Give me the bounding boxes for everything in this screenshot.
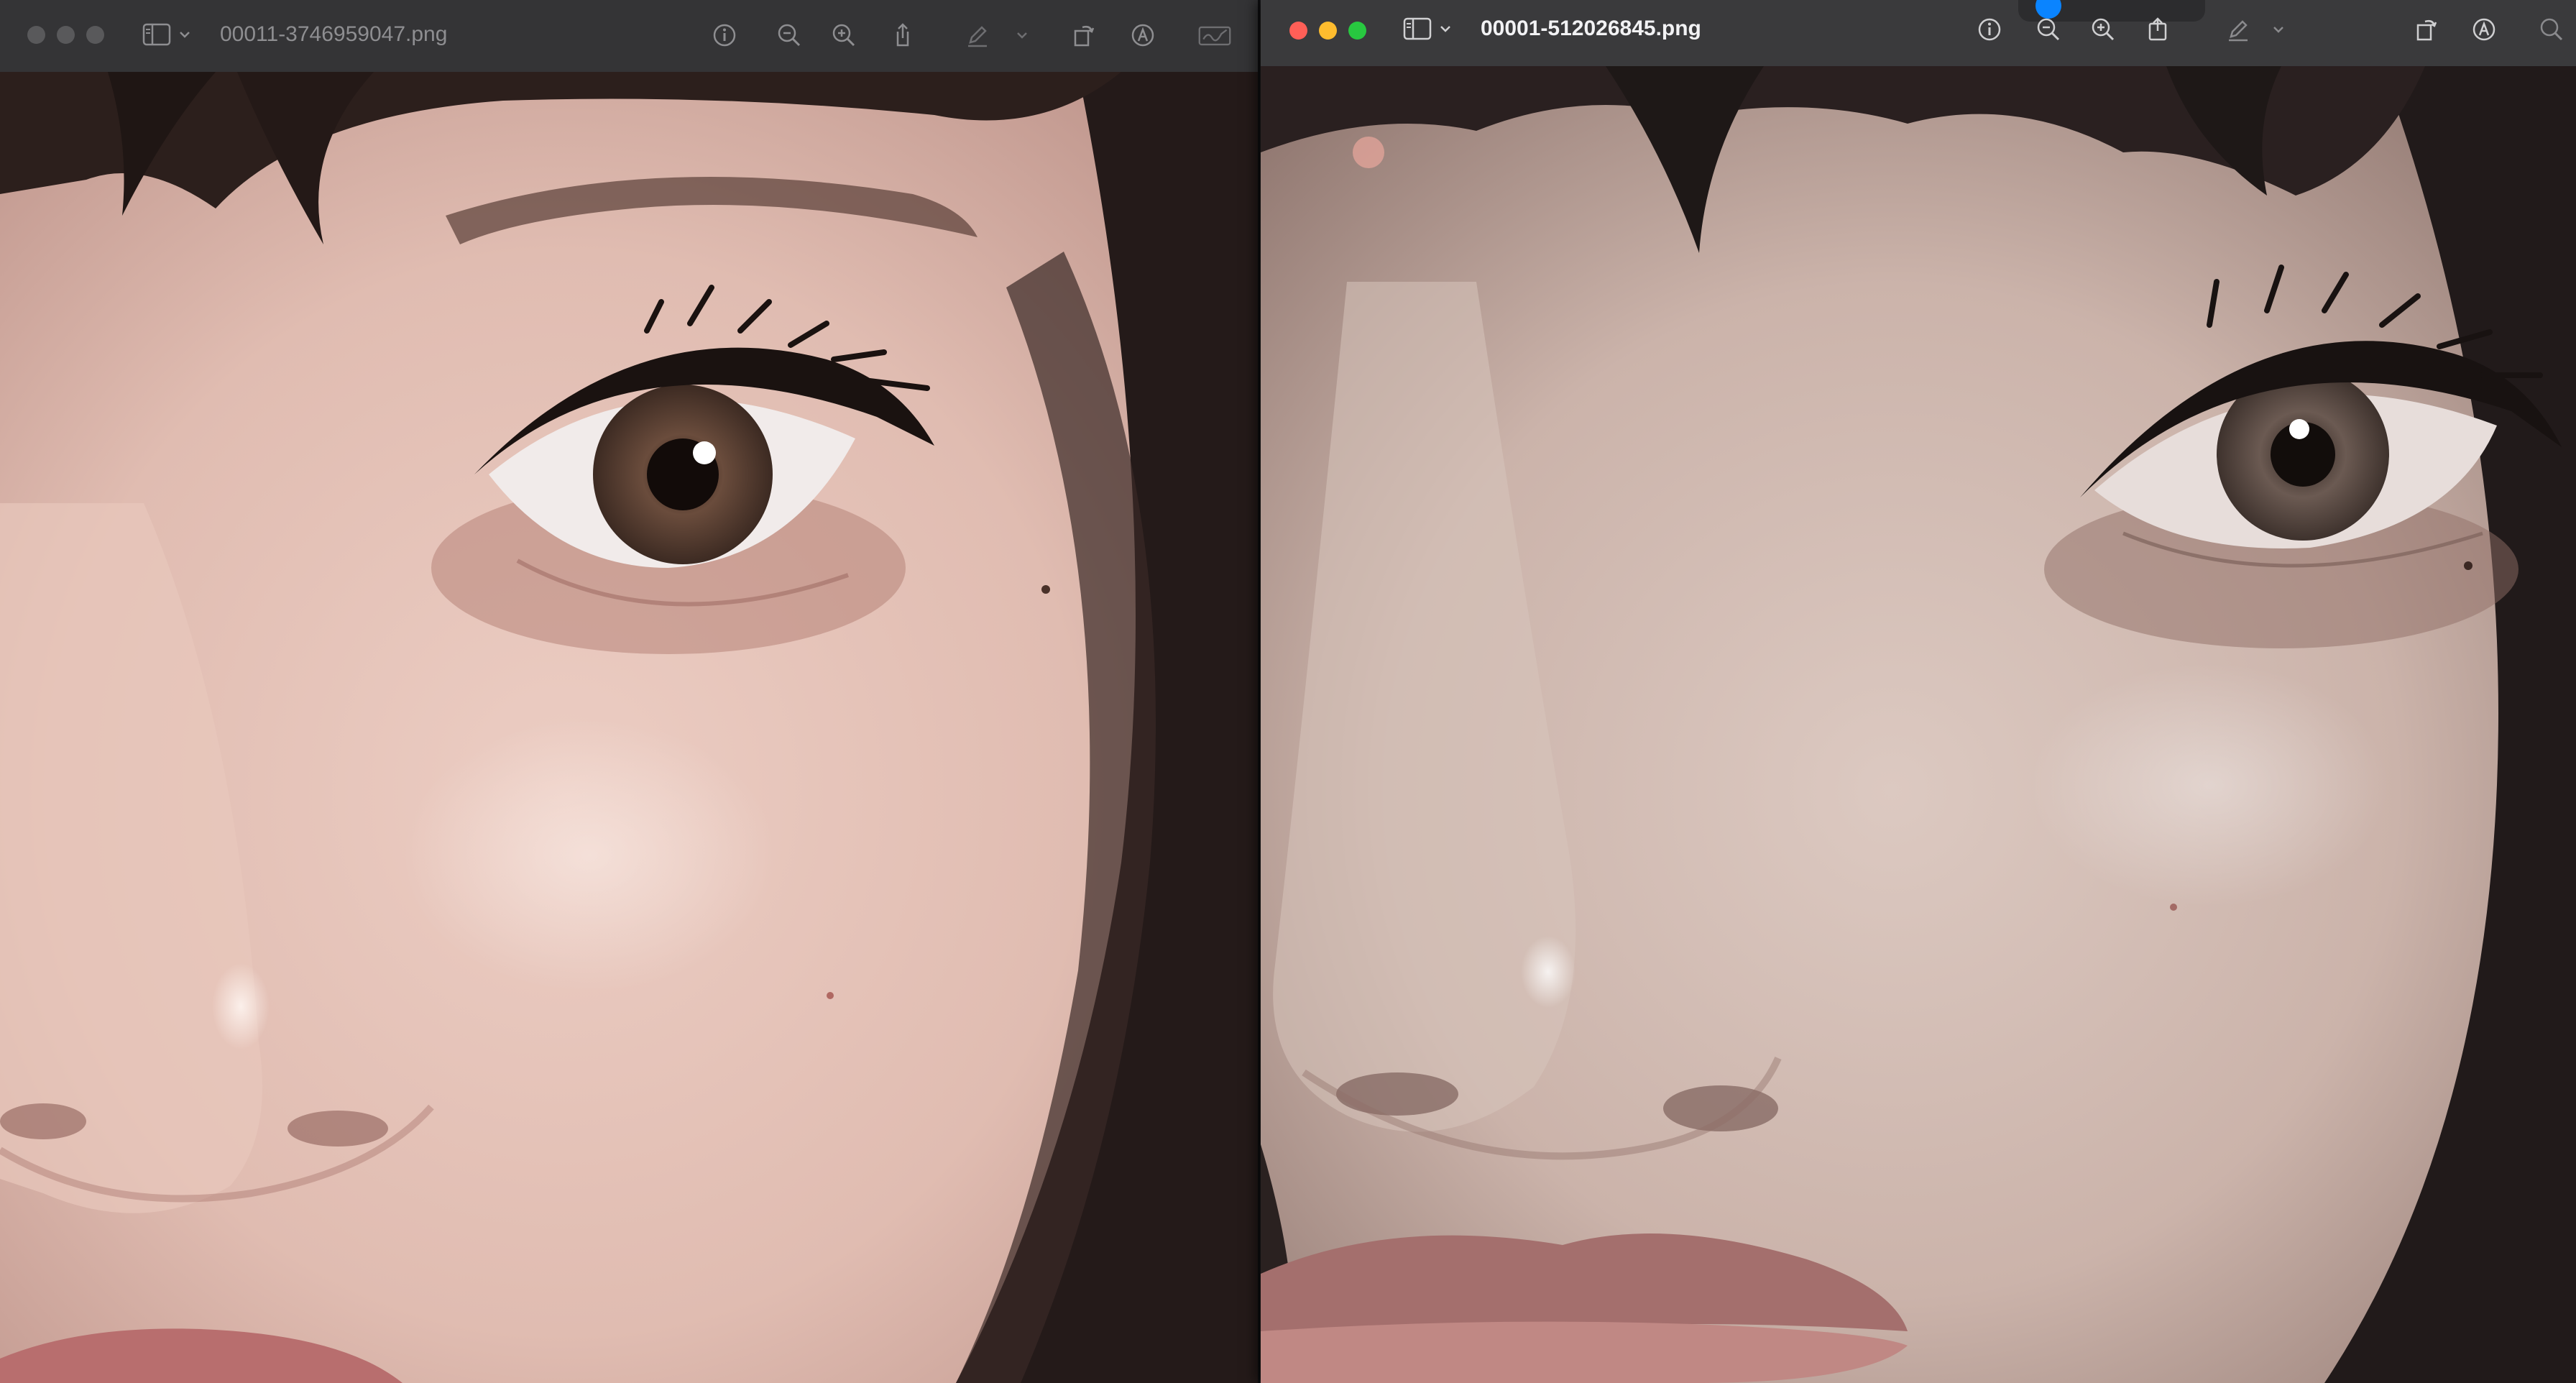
markup-menu-button[interactable] xyxy=(2270,14,2287,45)
sidebar-icon xyxy=(142,23,171,46)
rotate-icon xyxy=(2416,19,2437,41)
zoom-in-button[interactable] xyxy=(2087,14,2119,45)
zoom-button[interactable] xyxy=(86,26,104,44)
rotate-button[interactable] xyxy=(2411,14,2442,45)
close-button[interactable] xyxy=(27,26,45,44)
zoom-out-icon xyxy=(778,24,801,47)
chevron-down-icon xyxy=(180,32,190,38)
annotate-icon xyxy=(1131,24,1154,47)
share-icon xyxy=(2148,17,2167,41)
zoom-button[interactable] xyxy=(1348,22,1366,40)
annotate-button[interactable] xyxy=(1127,19,1159,51)
info-button[interactable] xyxy=(709,19,740,51)
zoom-out-icon xyxy=(2037,18,2060,41)
document-title: 00001-512026845.png xyxy=(1481,17,1701,40)
markup-menu-button[interactable] xyxy=(1013,19,1031,51)
chevron-down-icon xyxy=(2273,27,2283,33)
markup-button[interactable] xyxy=(962,19,993,51)
chevron-down-icon xyxy=(1440,26,1450,32)
annotate-icon xyxy=(2472,18,2496,41)
image-canvas[interactable] xyxy=(0,72,1258,1383)
minimize-button[interactable] xyxy=(57,26,75,44)
zoom-in-button[interactable] xyxy=(828,19,860,51)
titlebar-left: 00011-3746959047.png xyxy=(0,0,1258,73)
signature-button[interactable] xyxy=(1196,19,1233,51)
signature-icon xyxy=(1198,26,1231,46)
traffic-lights-inactive xyxy=(27,26,104,44)
sidebar-toggle-button[interactable] xyxy=(142,23,191,46)
search-button[interactable] xyxy=(2536,14,2567,45)
chevron-down-icon xyxy=(1017,32,1027,39)
markup-button[interactable] xyxy=(2222,14,2254,45)
zoom-out-button[interactable] xyxy=(2033,14,2064,45)
preview-window-right: 00001-512026845.png xyxy=(1261,0,2576,1383)
zoom-in-icon xyxy=(2092,18,2115,41)
rotate-button[interactable] xyxy=(1068,19,1100,51)
share-icon xyxy=(896,23,909,47)
info-icon xyxy=(1978,18,2001,41)
annotate-button[interactable] xyxy=(2468,14,2500,45)
image-canvas[interactable] xyxy=(1261,66,2576,1383)
markup-pen-icon xyxy=(968,26,987,47)
sidebar-toggle-button[interactable] xyxy=(1403,17,1452,40)
preview-window-left: 00011-3746959047.png xyxy=(0,0,1260,1383)
zoom-out-button[interactable] xyxy=(773,19,805,51)
rotate-icon xyxy=(1074,25,1095,47)
sidebar-icon xyxy=(1403,17,1432,40)
document-title: 00011-3746959047.png xyxy=(220,22,448,46)
info-button[interactable] xyxy=(1974,14,2005,45)
share-button[interactable] xyxy=(2142,14,2174,45)
zoom-in-icon xyxy=(832,24,855,47)
titlebar-right: 00001-512026845.png xyxy=(1261,0,2576,68)
minimize-button[interactable] xyxy=(1319,22,1337,40)
face-closeup-image xyxy=(1261,66,2576,1383)
traffic-lights xyxy=(1289,22,1366,40)
info-icon xyxy=(713,24,736,47)
share-button[interactable] xyxy=(887,19,919,51)
search-icon xyxy=(2540,18,2563,41)
face-closeup-image xyxy=(0,72,1258,1383)
close-button[interactable] xyxy=(1289,22,1307,40)
markup-pen-icon xyxy=(2229,20,2248,42)
